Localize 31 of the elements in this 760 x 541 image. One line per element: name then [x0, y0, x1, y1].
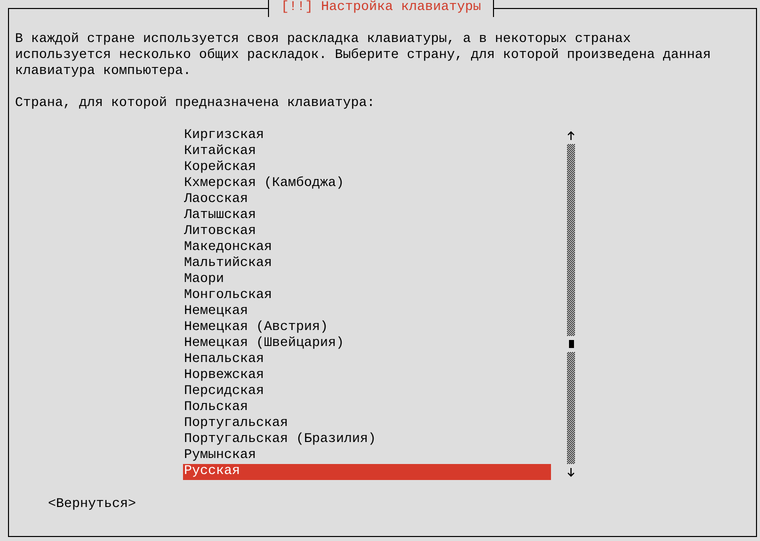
list-item[interactable]: Кхмерская (Камбоджа) — [183, 176, 551, 192]
list-item[interactable]: Немецкая (Швейцария) — [183, 336, 551, 352]
window-title: [!!] Настройка клавиатуры — [268, 0, 494, 17]
list-item[interactable]: Португальская — [183, 416, 551, 432]
list-item[interactable]: Монгольская — [183, 288, 551, 304]
description-text: клавиатура компьютера. — [15, 64, 192, 80]
list-item[interactable]: Норвежская — [183, 368, 551, 384]
list-item[interactable]: Македонская — [183, 240, 551, 256]
list-item[interactable]: Непальская — [183, 352, 551, 368]
description-text: используется несколько общих раскладок. Выберите страну, для которой произведена данная — [15, 48, 712, 64]
list-item[interactable]: Мальтийская — [183, 256, 551, 272]
list-item[interactable]: Персидская — [183, 384, 551, 400]
prompt-text: Страна, для которой предназначена клавиатура: — [15, 96, 376, 112]
list-item[interactable]: Русская — [183, 464, 551, 480]
list-item[interactable]: Румынская — [183, 448, 551, 464]
scroll-down-icon[interactable] — [567, 467, 575, 477]
description-text: В каждой стране используется своя раскладка клавиатуры, а в некоторых странах — [15, 32, 632, 48]
list-item[interactable]: Польская — [183, 400, 551, 416]
list-item[interactable]: Немецкая — [183, 304, 551, 320]
list-item[interactable]: Литовская — [183, 224, 551, 240]
list-item[interactable]: Китайская — [183, 144, 551, 160]
list-item[interactable]: Маори — [183, 272, 551, 288]
scroll-up-icon[interactable] — [567, 131, 575, 141]
list-item[interactable]: Корейская — [183, 160, 551, 176]
list-item[interactable]: Немецкая (Австрия) — [183, 320, 551, 336]
list-item[interactable]: Лаосская — [183, 192, 551, 208]
list-item[interactable]: Киргизская — [183, 128, 551, 144]
list-item[interactable]: Португальская (Бразилия) — [183, 432, 551, 448]
back-button[interactable]: <Вернуться> — [48, 497, 136, 513]
scrollbar-thumb[interactable] — [568, 340, 574, 348]
list-item[interactable]: Латышская — [183, 208, 551, 224]
